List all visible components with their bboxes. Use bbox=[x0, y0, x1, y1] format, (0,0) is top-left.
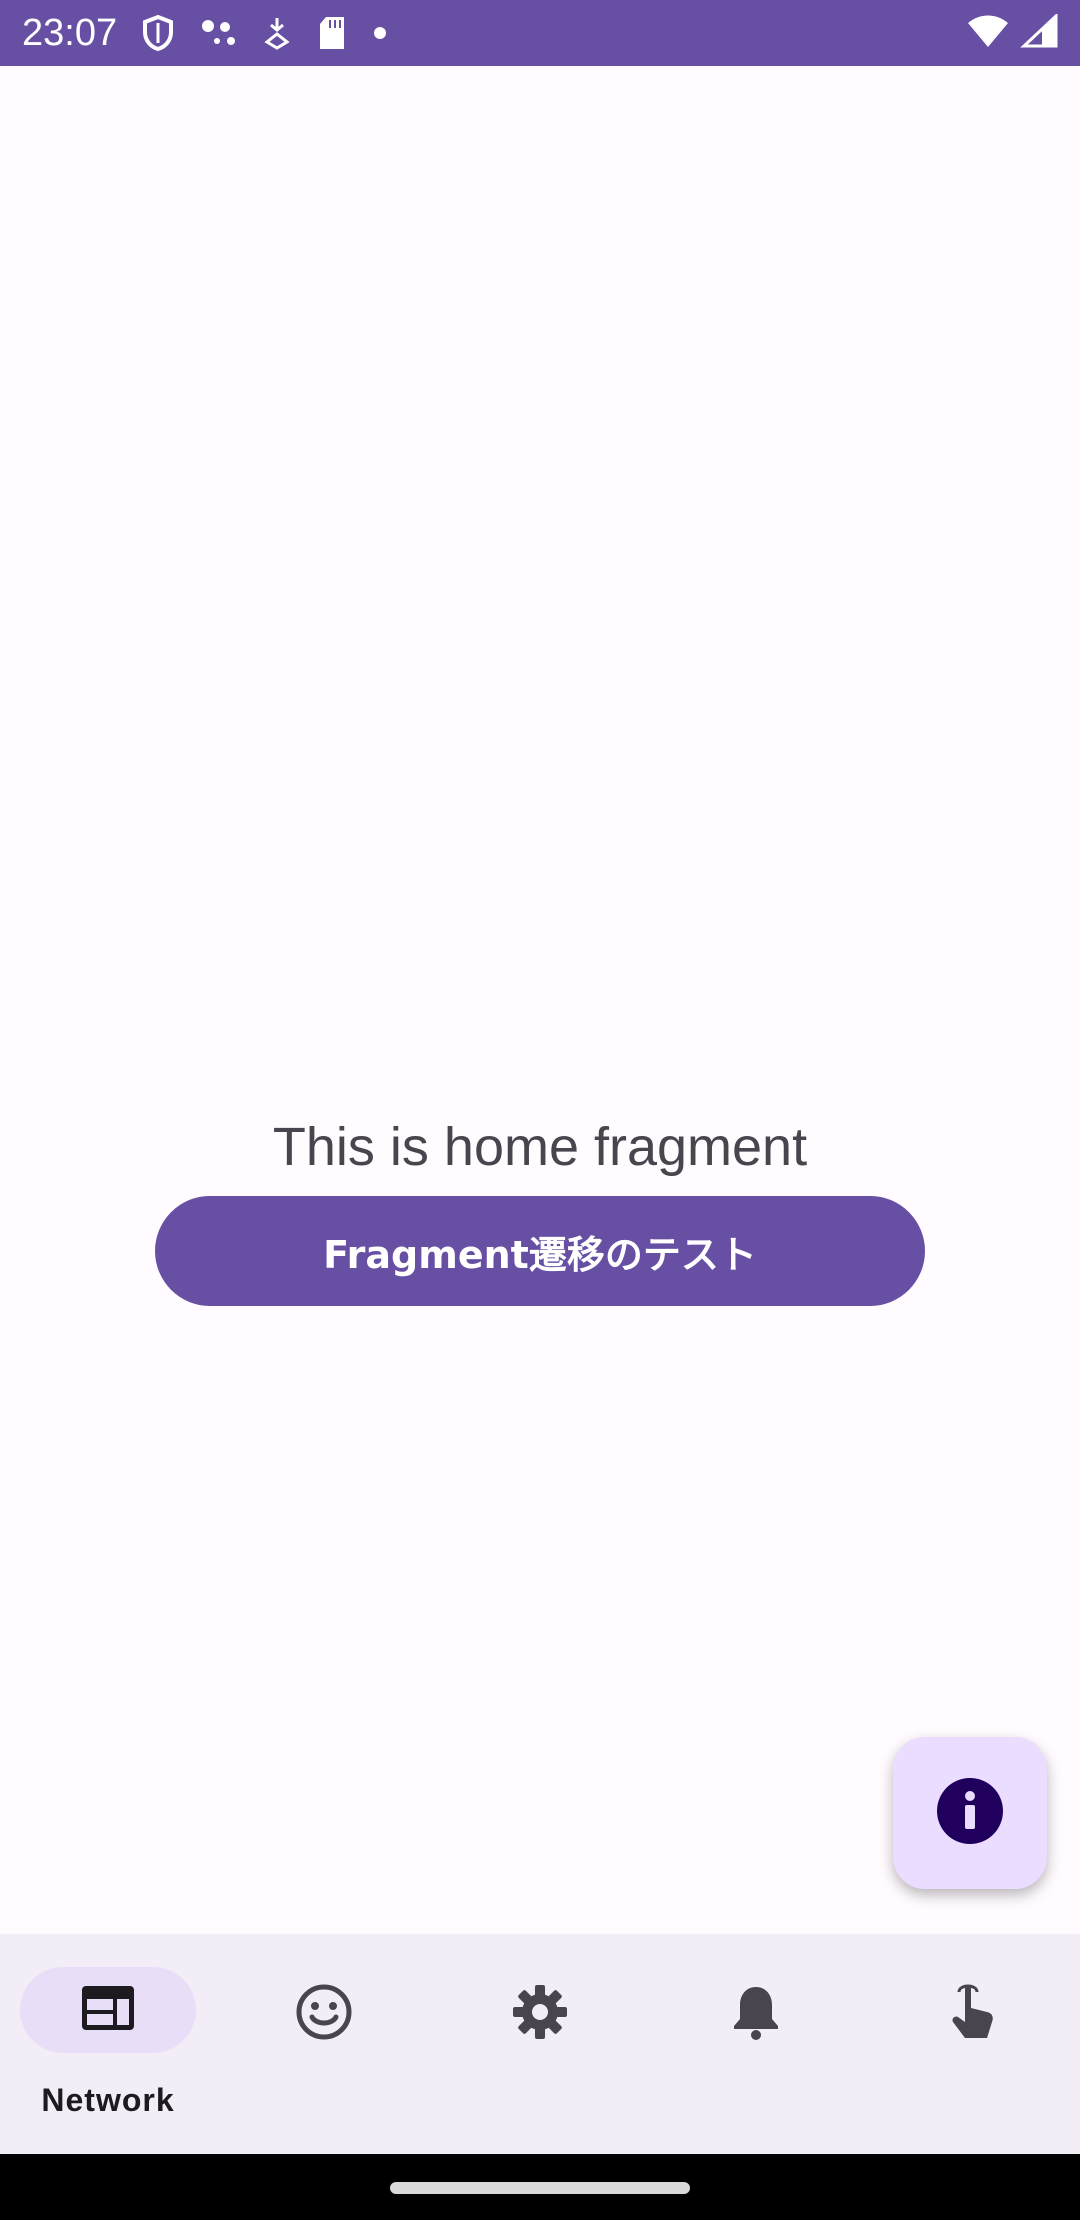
gear-icon bbox=[511, 1983, 569, 2045]
home-gesture-handle[interactable] bbox=[390, 2182, 690, 2194]
wifi-icon bbox=[966, 14, 1010, 52]
status-time: 23:07 bbox=[22, 11, 118, 54]
nav-label-network: Network bbox=[41, 2082, 175, 2118]
web-icon bbox=[80, 1984, 136, 2036]
bottom-navigation: Network bbox=[0, 1934, 1080, 2154]
sd-card-icon bbox=[317, 15, 347, 51]
dots-icon bbox=[201, 17, 237, 49]
gesture-navigation-bar bbox=[0, 2154, 1080, 2220]
smiley-icon bbox=[295, 1983, 353, 2045]
bell-icon bbox=[731, 1983, 781, 2045]
info-icon bbox=[936, 1777, 1004, 1849]
nav-item-touch[interactable] bbox=[864, 1934, 1080, 2154]
nav-item-emotion[interactable] bbox=[216, 1934, 432, 2154]
touch-icon bbox=[947, 1982, 997, 2046]
nav-item-notifications[interactable] bbox=[648, 1934, 864, 2154]
shield-icon bbox=[141, 14, 175, 52]
home-fragment-text: This is home fragment bbox=[272, 1117, 808, 1177]
dot-icon bbox=[373, 26, 387, 40]
info-fab[interactable] bbox=[893, 1737, 1047, 1889]
fragment-transition-button[interactable]: Fragment遷移のテスト bbox=[155, 1196, 925, 1306]
download-icon bbox=[263, 16, 291, 50]
nav-active-indicator bbox=[20, 1967, 196, 2053]
signal-icon bbox=[1020, 12, 1058, 52]
nav-item-settings[interactable] bbox=[432, 1934, 648, 2154]
home-fragment: This is home fragment Fragment遷移のテスト bbox=[0, 66, 1080, 1934]
status-bar: 23:07 bbox=[0, 0, 1080, 66]
nav-item-network[interactable]: Network bbox=[0, 1934, 216, 2154]
